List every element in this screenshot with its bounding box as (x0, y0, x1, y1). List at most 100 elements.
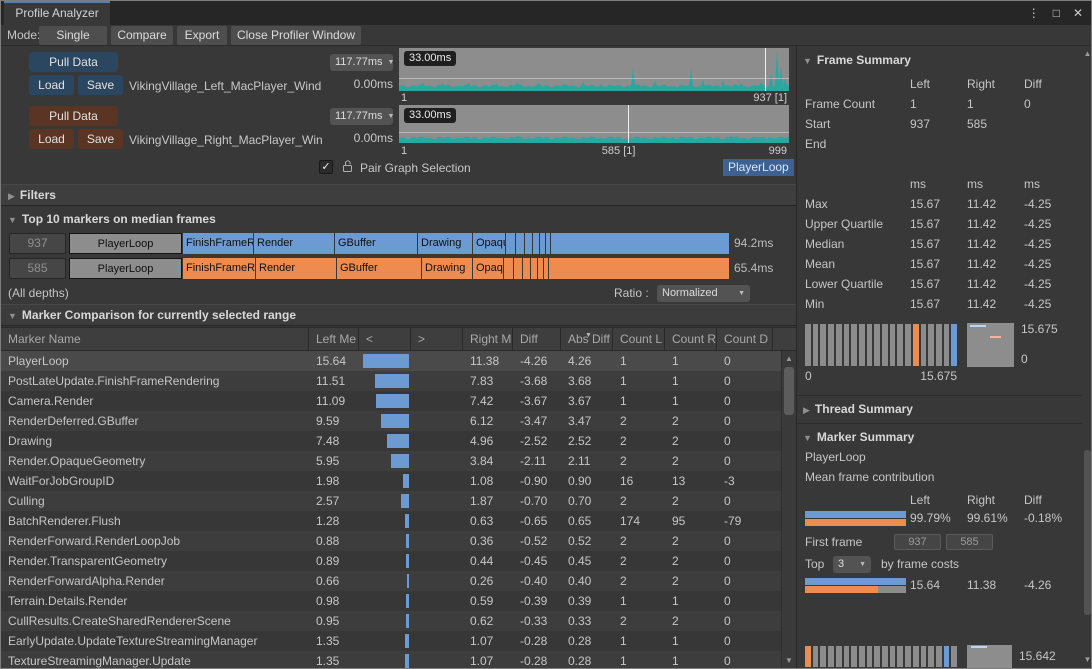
marker-segment[interactable]: GBuffer (337, 258, 421, 279)
first-frame-right-button[interactable]: 585 (946, 534, 993, 550)
table-row[interactable]: Camera.Render11.097.42-3.673.67110 (1, 391, 796, 411)
marker-summary-header[interactable]: ▼Marker Summary (803, 430, 914, 444)
marker-segment[interactable] (516, 233, 524, 254)
scroll-up-icon[interactable]: ▲ (782, 354, 796, 363)
frame-summary-info: LeftRightDiffFrame Count110Start937585En… (797, 74, 1079, 154)
frame-number-box[interactable]: 585 (9, 258, 66, 279)
column-header[interactable]: Abs Diff▼ (561, 328, 613, 350)
save-right-button[interactable]: Save (78, 129, 123, 149)
ratio-dropdown[interactable]: Normalized▼ (657, 285, 750, 302)
marker-segment[interactable]: Render (254, 233, 334, 254)
filters-section-header[interactable]: ▶Filters (1, 184, 796, 206)
table-row[interactable]: PostLateUpdate.FinishFrameRendering11.51… (1, 371, 796, 391)
summary-cell: Start (805, 114, 910, 134)
comparison-scrollbar[interactable]: ▲ ▼ (781, 351, 796, 668)
export-button[interactable]: Export (177, 26, 227, 45)
marker-segment[interactable]: PlayerLoop (69, 233, 182, 254)
table-row[interactable]: RenderDeferred.GBuffer9.596.12-3.473.472… (1, 411, 796, 431)
table-row[interactable]: PlayerLoop15.6411.38-4.264.26110 (1, 351, 796, 371)
marker-segment[interactable] (533, 233, 539, 254)
marker-duration-histogram[interactable] (805, 646, 957, 667)
pull-data-left-button[interactable]: Pull Data (29, 52, 118, 72)
column-header[interactable]: Count R (665, 328, 717, 350)
cell: 3.84 (463, 451, 513, 471)
column-header[interactable]: Left Me (309, 328, 359, 350)
range-max-left-dropdown[interactable]: 117.77ms▼ (330, 54, 393, 71)
scrollbar-thumb[interactable] (1084, 450, 1091, 615)
frame-number-box[interactable]: 937 (9, 233, 66, 254)
marker-segment[interactable]: Render (256, 258, 336, 279)
marker-segment[interactable] (549, 258, 729, 279)
marker-segment[interactable] (514, 258, 522, 279)
cell: 0.44 (463, 551, 513, 571)
comparison-section-header[interactable]: ▼Marker Comparison for currently selecte… (1, 304, 796, 326)
top10-section-header[interactable]: ▼Top 10 markers on median frames (8, 212, 216, 226)
table-row[interactable]: Render.TransparentGeometry0.890.44-0.450… (1, 551, 796, 571)
range-max-right-dropdown[interactable]: 117.77ms▼ (330, 108, 393, 125)
marker-segment[interactable] (540, 233, 545, 254)
scroll-up-icon[interactable]: ▲ (1082, 49, 1092, 58)
table-row[interactable]: TextureStreamingManager.Update1.351.07-0… (1, 651, 796, 669)
mode-single-button[interactable]: Single (39, 26, 107, 45)
column-header[interactable]: < (359, 328, 411, 350)
left-frame-graph[interactable]: 33.00ms (399, 48, 789, 91)
marker-segment[interactable] (544, 258, 548, 279)
save-left-button[interactable]: Save (78, 75, 123, 95)
table-row[interactable]: Culling2.571.87-0.700.70220 (1, 491, 796, 511)
load-left-button[interactable]: Load (29, 75, 74, 95)
table-row[interactable]: Render.OpaqueGeometry5.953.84-2.112.1122… (1, 451, 796, 471)
scroll-down-icon[interactable]: ▼ (1082, 655, 1092, 664)
close-icon[interactable]: ✕ (1073, 6, 1083, 20)
pair-graph-selection-checkbox[interactable]: ✓ (319, 160, 333, 174)
marker-segment[interactable]: Drawing (422, 258, 472, 279)
pull-data-right-button[interactable]: Pull Data (29, 106, 118, 126)
column-header[interactable]: Marker Name (1, 328, 309, 350)
panel-scrollbar[interactable]: ▲ ▼ (1082, 46, 1092, 668)
column-header[interactable]: > (411, 328, 463, 350)
table-row[interactable]: CullResults.CreateSharedRendererScene0.9… (1, 611, 796, 631)
scroll-down-icon[interactable]: ▼ (782, 656, 796, 665)
load-right-button[interactable]: Load (29, 129, 74, 149)
close-profiler-window-button[interactable]: Close Profiler Window (231, 26, 361, 45)
tab-profile-analyzer[interactable]: Profile Analyzer (4, 1, 110, 25)
top-n-dropdown[interactable]: 3▼ (833, 556, 871, 573)
table-row[interactable]: EarlyUpdate.UpdateTextureStreamingManage… (1, 631, 796, 651)
unlock-icon[interactable] (341, 159, 354, 177)
frame-summary-header[interactable]: ▼Frame Summary (803, 53, 911, 67)
marker-segment[interactable] (523, 258, 530, 279)
mode-compare-button[interactable]: Compare (111, 26, 173, 45)
table-row[interactable]: RenderForwardAlpha.Render0.660.26-0.400.… (1, 571, 796, 591)
selected-marker-chip[interactable]: PlayerLoop (723, 159, 794, 176)
marker-segment[interactable] (531, 258, 537, 279)
table-row[interactable]: Drawing7.484.96-2.522.52220 (1, 431, 796, 451)
scrollbar-thumb[interactable] (784, 367, 794, 415)
marker-segment[interactable]: Opaqu (473, 258, 503, 279)
marker-segment[interactable] (525, 233, 532, 254)
marker-segment[interactable]: FinishFrameR (183, 258, 255, 279)
table-row[interactable]: Terrain.Details.Render0.980.59-0.390.391… (1, 591, 796, 611)
marker-segment[interactable]: GBuffer (335, 233, 417, 254)
marker-segment[interactable]: Drawing (418, 233, 472, 254)
table-row[interactable]: WaitForJobGroupID1.981.08-0.900.901613-3 (1, 471, 796, 491)
marker-segment[interactable] (506, 233, 515, 254)
marker-segment[interactable] (504, 258, 513, 279)
thread-summary-header[interactable]: ▶Thread Summary (803, 402, 913, 416)
marker-segment[interactable]: PlayerLoop (69, 258, 182, 279)
maximize-icon[interactable]: □ (1053, 6, 1060, 20)
marker-segment[interactable] (538, 258, 543, 279)
column-header[interactable]: Right M (463, 328, 513, 350)
column-header[interactable]: Count D (717, 328, 773, 350)
marker-segment[interactable] (551, 233, 729, 254)
right-frame-graph[interactable]: 33.00ms (399, 105, 789, 143)
marker-segment[interactable]: Opaqu (473, 233, 505, 254)
table-row[interactable]: RenderForward.RenderLoopJob0.880.36-0.52… (1, 531, 796, 551)
marker-segment[interactable]: FinishFrameR (183, 233, 253, 254)
column-header[interactable]: Count L (613, 328, 665, 350)
table-row[interactable]: BatchRenderer.Flush1.280.63-0.650.651749… (1, 511, 796, 531)
menu-icon[interactable]: ⋮ (1028, 6, 1040, 20)
first-frame-left-button[interactable]: 937 (894, 534, 941, 550)
frame-duration-histogram[interactable] (805, 324, 957, 366)
column-header[interactable]: Diff (513, 328, 561, 350)
marker-segment[interactable] (546, 233, 550, 254)
cell: 0.26 (463, 571, 513, 591)
